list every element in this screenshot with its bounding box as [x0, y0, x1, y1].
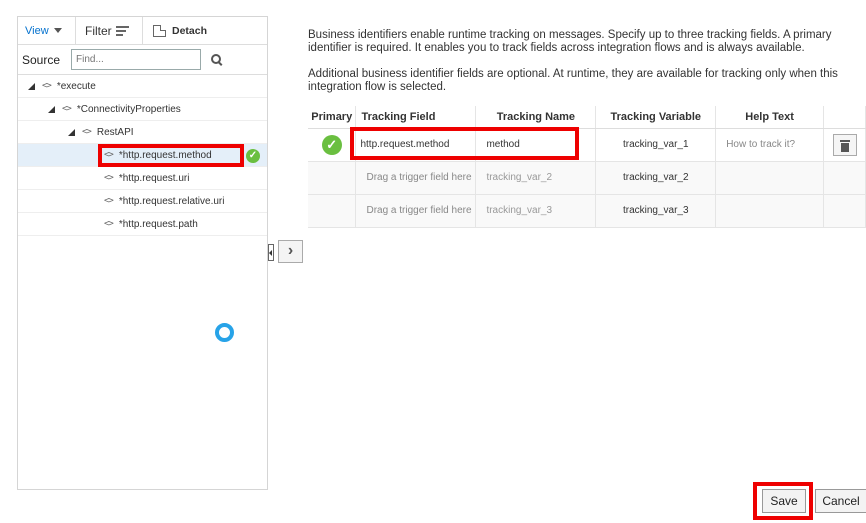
- view-menu-button[interactable]: View: [18, 16, 76, 45]
- primary-check-icon[interactable]: ✓: [321, 134, 342, 155]
- loading-spinner-icon: [215, 323, 234, 342]
- element-icon: <>: [104, 173, 114, 183]
- filter-button[interactable]: Filter: [76, 16, 143, 45]
- detach-icon: [153, 24, 166, 37]
- tracking-variable-cell: tracking_var_1: [595, 128, 717, 162]
- tree-node-label: *execute: [56, 80, 96, 92]
- help-text-value: How to track it?: [726, 139, 796, 150]
- tracking-field-cell[interactable]: Drag a trigger field here: [355, 161, 477, 195]
- help-text-cell[interactable]: How to track it?: [715, 128, 824, 162]
- description-primary: Business identifiers enable runtime trac…: [308, 29, 832, 54]
- tree-node-http-request-uri[interactable]: <> *http.request.uri: [18, 167, 267, 190]
- tree-node-label: *http.request.path: [118, 218, 198, 230]
- cancel-button[interactable]: Cancel: [815, 489, 866, 513]
- expand-panel-button[interactable]: ›: [278, 240, 303, 263]
- actions-cell: [823, 161, 866, 195]
- tracking-variable-cell: tracking_var_2: [595, 161, 717, 195]
- trash-icon-body: [840, 142, 849, 152]
- chevron-down-icon: [53, 28, 62, 33]
- primary-cell[interactable]: [308, 194, 357, 228]
- source-search-input[interactable]: [71, 49, 201, 70]
- tracking-variable-value: tracking_var_1: [622, 139, 689, 150]
- tracking-fields-table: Primary Tracking Field Tracking Name Tra…: [308, 106, 866, 228]
- filter-label: Filter: [85, 23, 112, 38]
- element-icon: <>: [82, 127, 92, 137]
- source-toolbar: View Filter Detach: [18, 16, 267, 45]
- source-tree: <> *execute <> *ConnectivityProperties <…: [18, 75, 267, 236]
- column-header-actions: [823, 106, 866, 129]
- help-text-cell[interactable]: [715, 194, 824, 228]
- column-header-primary: Primary: [308, 106, 357, 129]
- element-icon: <>: [104, 219, 114, 229]
- actions-cell: [823, 128, 866, 162]
- tree-node-label: *http.request.uri: [118, 172, 190, 184]
- tracking-variable-value: tracking_var_2: [622, 172, 689, 183]
- expand-triangle-icon[interactable]: [68, 128, 75, 136]
- source-label: Source: [22, 52, 61, 67]
- table-row: Drag a trigger field here tracking_var_3…: [308, 194, 866, 228]
- tracking-name-cell[interactable]: tracking_var_2: [475, 161, 597, 195]
- tree-node-connectivityproperties[interactable]: <> *ConnectivityProperties: [18, 98, 267, 121]
- tracking-field-placeholder: Drag a trigger field here: [366, 205, 472, 216]
- tracking-variable-value: tracking_var_3: [622, 205, 689, 216]
- tree-node-http-request-method[interactable]: <> *http.request.method ✓: [18, 144, 267, 167]
- collapse-panel-handle[interactable]: [268, 244, 274, 261]
- element-icon: <>: [62, 104, 72, 114]
- tree-node-label: *ConnectivityProperties: [76, 103, 181, 115]
- save-button[interactable]: Save: [762, 489, 806, 513]
- view-label: View: [25, 24, 49, 37]
- filter-icon: [115, 25, 130, 37]
- highlight-box: [98, 144, 244, 167]
- tracking-variable-cell: tracking_var_3: [595, 194, 717, 228]
- delete-row-button[interactable]: [832, 133, 857, 156]
- tracking-name-cell[interactable]: tracking_var_3: [475, 194, 597, 228]
- description-optional: Additional business identifier fields ar…: [308, 68, 838, 93]
- highlight-box: [350, 126, 580, 160]
- tracking-field-cell[interactable]: Drag a trigger field here: [355, 194, 477, 228]
- table-row: ✓ http.request.method method tracking_va…: [308, 126, 866, 162]
- actions-cell: [823, 194, 866, 228]
- detach-button[interactable]: Detach: [143, 17, 215, 45]
- column-header-help-text: Help Text: [715, 106, 824, 129]
- trash-icon: [839, 139, 850, 142]
- primary-cell[interactable]: [308, 161, 357, 195]
- detach-label: Detach: [172, 24, 208, 37]
- tree-node-label: RestAPI: [96, 126, 134, 138]
- tracking-name-placeholder: tracking_var_3: [486, 205, 553, 216]
- source-search-row: Source: [18, 45, 267, 75]
- element-icon: <>: [104, 196, 114, 206]
- expand-triangle-icon[interactable]: [48, 105, 55, 113]
- help-text-cell[interactable]: [715, 161, 824, 195]
- element-icon: <>: [42, 81, 52, 91]
- table-row: Drag a trigger field here tracking_var_2…: [308, 161, 866, 195]
- tree-node-http-request-relative-uri[interactable]: <> *http.request.relative.uri: [18, 190, 267, 213]
- tracking-field-placeholder: Drag a trigger field here: [366, 172, 472, 183]
- source-panel: View Filter Detach Source <> *execute <>…: [17, 16, 268, 490]
- tree-node-label: *http.request.relative.uri: [118, 195, 225, 207]
- expand-triangle-icon[interactable]: [28, 82, 35, 90]
- tree-node-restapi[interactable]: <> RestAPI: [18, 121, 267, 144]
- column-header-tracking-name: Tracking Name: [475, 106, 597, 129]
- tree-node-execute[interactable]: <> *execute: [18, 75, 267, 98]
- table-header-row: Primary Tracking Field Tracking Name Tra…: [308, 106, 866, 129]
- tree-node-http-request-path[interactable]: <> *http.request.path: [18, 213, 267, 236]
- primary-cell[interactable]: ✓: [308, 128, 357, 162]
- tracking-field-cell[interactable]: http.request.method: [350, 126, 580, 162]
- tracking-name-placeholder: tracking_var_2: [486, 172, 553, 183]
- search-icon[interactable]: [211, 54, 222, 65]
- mapped-check-icon: ✓: [246, 149, 260, 163]
- column-header-tracking-field: Tracking Field: [355, 106, 477, 129]
- column-header-tracking-variable: Tracking Variable: [595, 106, 717, 129]
